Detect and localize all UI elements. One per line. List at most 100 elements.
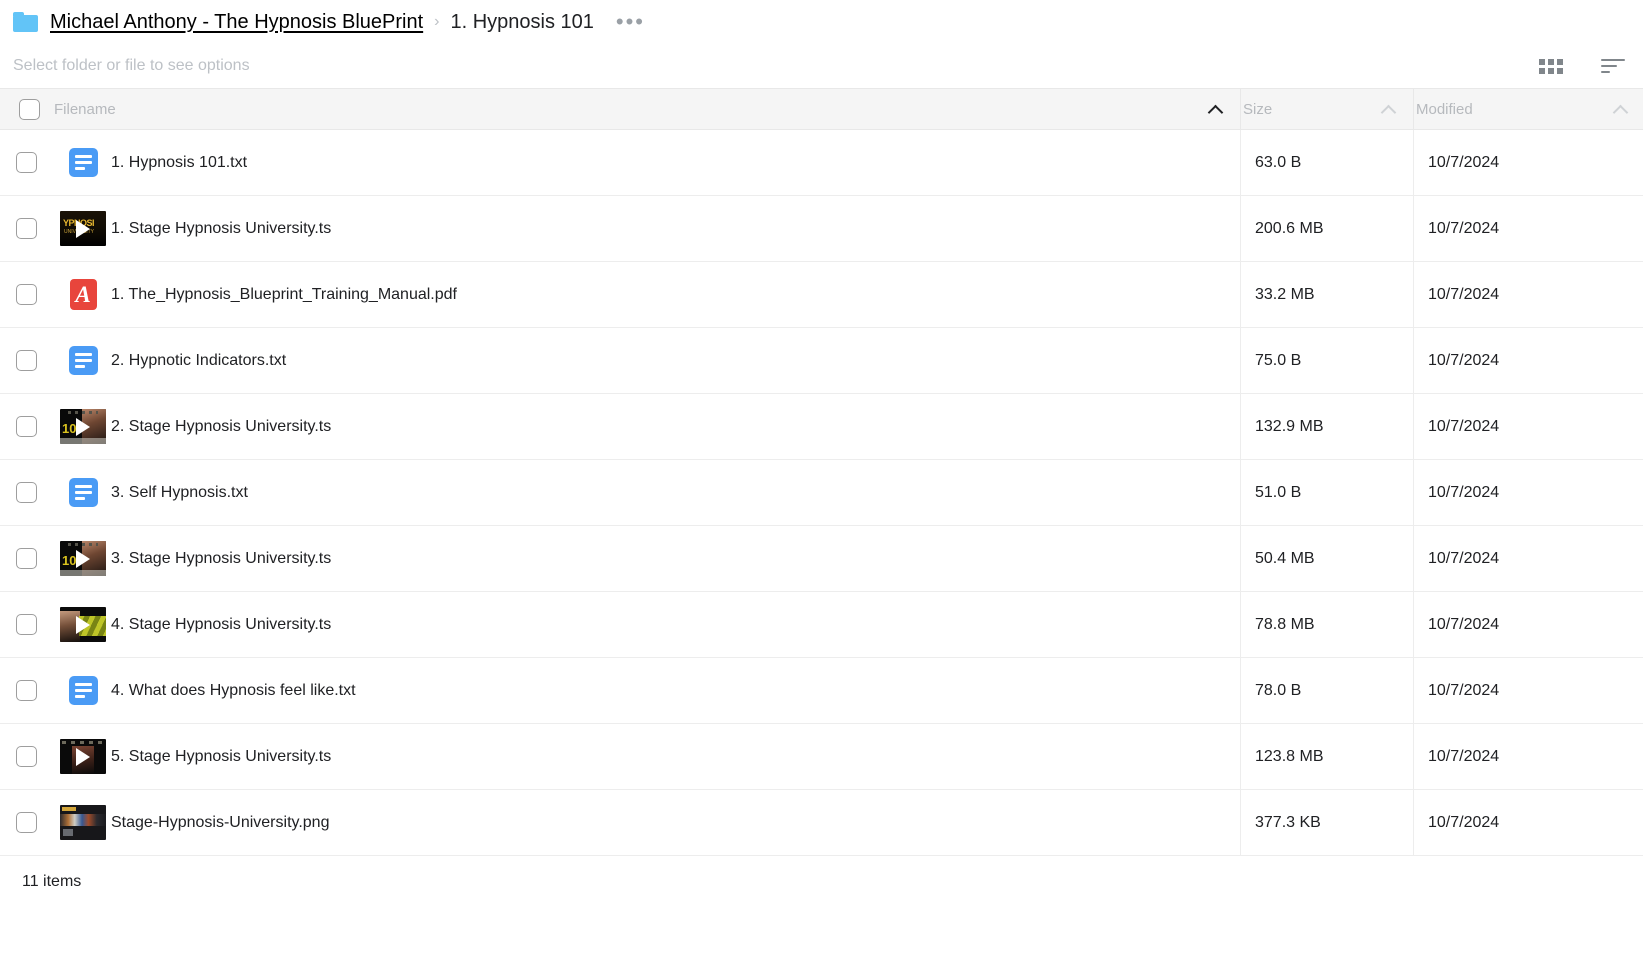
row-select-cell bbox=[0, 261, 52, 328]
row-filename-cell[interactable]: 3. Self Hypnosis.txt bbox=[52, 459, 1241, 526]
header-size-cell[interactable]: Size bbox=[1240, 88, 1414, 130]
row-filename-cell[interactable]: 4. What does Hypnosis feel like.txt bbox=[52, 657, 1241, 724]
breadcrumb: Michael Anthony - The Hypnosis BluePrint… bbox=[0, 0, 1643, 44]
table-row[interactable]: Stage-Hypnosis-University.png 377.3 KB 10/… bbox=[0, 789, 1643, 856]
row-checkbox[interactable] bbox=[15, 614, 37, 635]
row-filename-label: 2. Stage Hypnosis University.ts bbox=[111, 417, 332, 435]
breadcrumb-root-link[interactable]: Michael Anthony - The Hypnosis BluePrint bbox=[50, 11, 423, 34]
breadcrumb-more-options-icon[interactable]: ••• bbox=[616, 11, 645, 33]
table-row[interactable]: 4. What does Hypnosis feel like.txt 78.0 … bbox=[0, 657, 1643, 724]
row-select-cell bbox=[0, 393, 52, 460]
row-modified-cell: 10/7/2024 bbox=[1413, 789, 1643, 856]
breadcrumb-current-folder[interactable]: 1. Hypnosis 101 bbox=[450, 11, 593, 34]
row-checkbox[interactable] bbox=[15, 152, 37, 173]
row-filename-cell[interactable]: A 1. The_Hypnosis_Blueprint_Training_Manu… bbox=[52, 261, 1241, 328]
video-thumbnail: 10 bbox=[60, 541, 106, 576]
row-filename-cell[interactable]: 5. Stage Hypnosis University.ts bbox=[52, 723, 1241, 790]
row-size-cell: 63.0 B bbox=[1240, 129, 1414, 196]
row-filename-cell[interactable]: YPNOSI UNIVERSITY 1. Stage Hypnosis Univer… bbox=[52, 195, 1241, 262]
table-row[interactable]: A 1. The_Hypnosis_Blueprint_Training_Manu… bbox=[0, 261, 1643, 328]
row-checkbox[interactable] bbox=[15, 812, 37, 833]
video-thumbnail bbox=[60, 607, 106, 642]
row-checkbox[interactable] bbox=[15, 746, 37, 767]
text-file-icon bbox=[68, 148, 98, 177]
row-filename-label: 3. Self Hypnosis.txt bbox=[111, 483, 248, 501]
row-select-cell bbox=[0, 129, 52, 196]
row-checkbox[interactable] bbox=[15, 218, 37, 239]
row-file-icon-slot bbox=[55, 346, 111, 375]
row-filename-cell[interactable]: 10 3. Stage Hypnosis University.ts bbox=[52, 525, 1241, 592]
row-checkbox[interactable] bbox=[15, 680, 37, 701]
row-select-cell bbox=[0, 789, 52, 856]
row-filename-label: 4. Stage Hypnosis University.ts bbox=[111, 615, 332, 633]
row-checkbox[interactable] bbox=[15, 548, 37, 569]
selection-hint-text: Select folder or file to see options bbox=[13, 57, 250, 74]
row-filename-cell[interactable]: 10 2. Stage Hypnosis University.ts bbox=[52, 393, 1241, 460]
table-row[interactable]: 5. Stage Hypnosis University.ts 123.8 MB 1… bbox=[0, 723, 1643, 790]
table-row[interactable]: 10 3. Stage Hypnosis University.ts 50.4 MB… bbox=[0, 525, 1643, 592]
row-size-cell: 33.2 MB bbox=[1240, 261, 1414, 328]
row-file-icon-slot bbox=[55, 148, 111, 177]
row-filename-cell[interactable]: 4. Stage Hypnosis University.ts bbox=[52, 591, 1241, 658]
table-row[interactable]: 4. Stage Hypnosis University.ts 78.8 MB 10… bbox=[0, 591, 1643, 658]
row-filename-cell[interactable]: Stage-Hypnosis-University.png bbox=[52, 789, 1241, 856]
row-size-cell: 50.4 MB bbox=[1240, 525, 1414, 592]
item-count-label: 11 items bbox=[22, 873, 82, 890]
row-filename-cell[interactable]: 1. Hypnosis 101.txt bbox=[52, 129, 1241, 196]
header-modified-cell[interactable]: Modified bbox=[1413, 88, 1643, 130]
chevron-up-icon-modified[interactable] bbox=[1614, 105, 1628, 114]
row-select-cell bbox=[0, 591, 52, 658]
table-row[interactable]: 2. Hypnotic Indicators.txt 75.0 B 10/7/202… bbox=[0, 327, 1643, 394]
table-header-row: Filename Size Modified bbox=[0, 88, 1643, 130]
row-select-cell bbox=[0, 657, 52, 724]
row-size-cell: 75.0 B bbox=[1240, 327, 1414, 394]
row-checkbox[interactable] bbox=[15, 350, 37, 371]
row-file-icon-slot bbox=[55, 676, 111, 705]
row-filename-label: Stage-Hypnosis-University.png bbox=[111, 813, 330, 831]
footer: 11 items bbox=[0, 856, 1643, 891]
row-checkbox[interactable] bbox=[15, 284, 37, 305]
row-filename-label: 4. What does Hypnosis feel like.txt bbox=[111, 681, 356, 699]
row-size-cell: 377.3 KB bbox=[1240, 789, 1414, 856]
row-file-icon-slot: YPNOSI UNIVERSITY bbox=[55, 211, 111, 246]
chevron-up-icon-filename[interactable] bbox=[1209, 105, 1223, 114]
row-filename-cell[interactable]: 2. Hypnotic Indicators.txt bbox=[52, 327, 1241, 394]
table-row[interactable]: YPNOSI UNIVERSITY 1. Stage Hypnosis Univer… bbox=[0, 195, 1643, 262]
file-table: Filename Size Modified 1. Hypnosis 101.t… bbox=[0, 88, 1643, 856]
header-filename-cell[interactable]: Filename bbox=[52, 88, 1241, 130]
sort-icon[interactable] bbox=[1601, 59, 1625, 73]
row-modified-cell: 10/7/2024 bbox=[1413, 195, 1643, 262]
video-thumbnail: 10 bbox=[60, 409, 106, 444]
text-file-icon bbox=[68, 676, 98, 705]
row-filename-label: 2. Hypnotic Indicators.txt bbox=[111, 351, 287, 369]
row-modified-cell: 10/7/2024 bbox=[1413, 525, 1643, 592]
grid-view-icon[interactable] bbox=[1539, 58, 1563, 74]
image-thumbnail bbox=[60, 805, 106, 840]
row-file-icon-slot: A bbox=[55, 279, 111, 310]
row-file-icon-slot bbox=[55, 607, 111, 642]
table-row[interactable]: 10 2. Stage Hypnosis University.ts 132.9 M… bbox=[0, 393, 1643, 460]
table-row[interactable]: 1. Hypnosis 101.txt 63.0 B 10/7/2024 bbox=[0, 129, 1643, 196]
table-row[interactable]: 3. Self Hypnosis.txt 51.0 B 10/7/2024 bbox=[0, 459, 1643, 526]
header-size-label: Size bbox=[1243, 100, 1273, 118]
toolbar-icons bbox=[1539, 58, 1625, 74]
row-filename-label: 1. Stage Hypnosis University.ts bbox=[111, 219, 332, 237]
video-thumbnail bbox=[60, 739, 106, 774]
row-modified-cell: 10/7/2024 bbox=[1413, 261, 1643, 328]
row-checkbox[interactable] bbox=[15, 482, 37, 503]
row-filename-label: 5. Stage Hypnosis University.ts bbox=[111, 747, 332, 765]
row-checkbox[interactable] bbox=[15, 416, 37, 437]
pdf-file-icon: A bbox=[69, 279, 97, 310]
header-filename-label: Filename bbox=[54, 100, 116, 118]
row-size-cell: 78.8 MB bbox=[1240, 591, 1414, 658]
options-bar: Select folder or file to see options bbox=[0, 44, 1643, 88]
chevron-up-icon-size[interactable] bbox=[1382, 105, 1396, 114]
row-file-icon-slot bbox=[55, 478, 111, 507]
select-all-checkbox[interactable] bbox=[19, 98, 40, 120]
row-select-cell bbox=[0, 195, 52, 262]
row-file-icon-slot: 10 bbox=[55, 409, 111, 444]
row-modified-cell: 10/7/2024 bbox=[1413, 129, 1643, 196]
video-thumbnail: YPNOSI UNIVERSITY bbox=[60, 211, 106, 246]
header-modified-label: Modified bbox=[1416, 100, 1473, 118]
breadcrumb-separator-icon: › bbox=[434, 13, 440, 30]
